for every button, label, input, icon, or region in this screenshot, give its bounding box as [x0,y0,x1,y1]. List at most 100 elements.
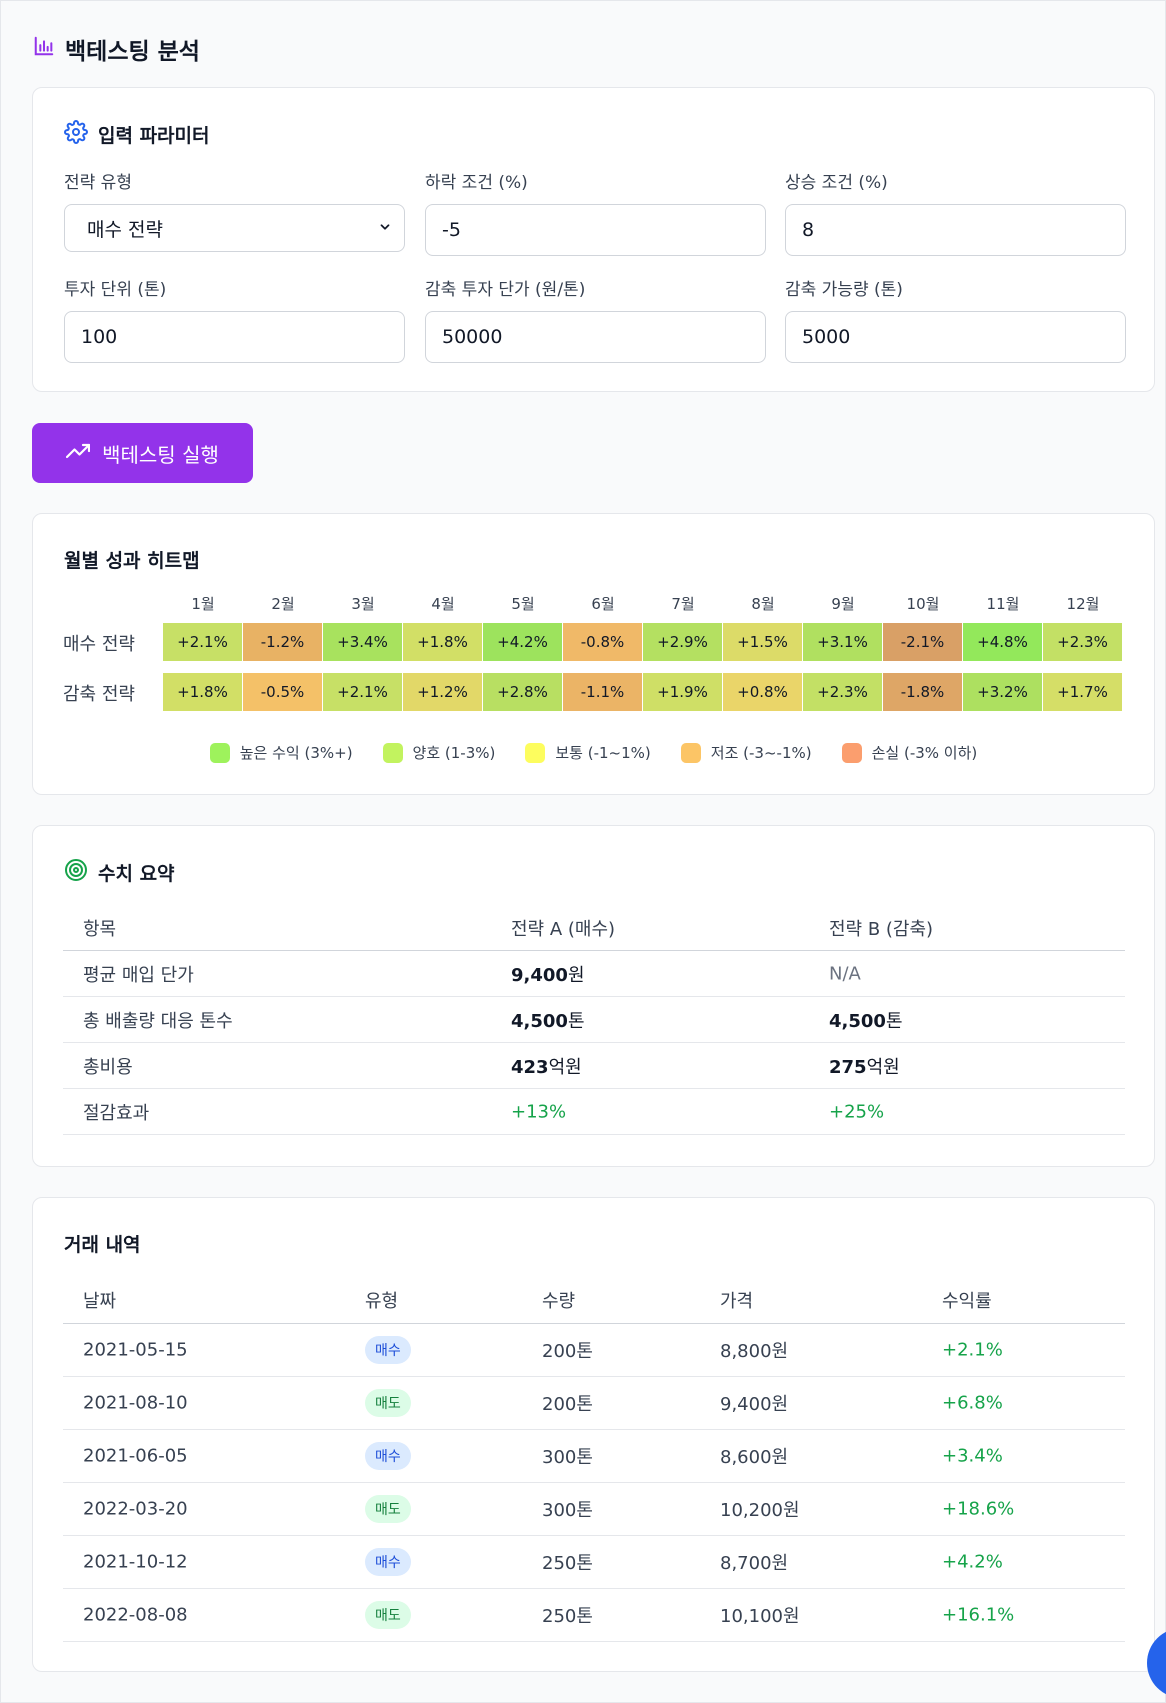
legend-label: 저조 (-3~-1%) [710,744,812,762]
trade-type: 매수 [365,1548,411,1576]
legend-swatch [841,742,862,763]
summary-header-cell: 전략 A (매수) [511,918,616,940]
heatmap-month-label: 11월 [986,595,1020,613]
trade-type-badge: 매수 [365,1336,411,1364]
summary-header-row: 항목 전략 A (매수) 전략 B (감축) [63,905,1125,951]
heatmap-month-label: 2월 [271,595,295,613]
drop-label: 하락 조건 (%) [425,173,528,193]
heatmap-cell: +2.9% [643,623,722,661]
trade-date: 2021-10-12 [83,1551,188,1573]
trade-type: 매도 [365,1495,411,1523]
legend-label: 보통 (-1~1%) [555,744,651,762]
drop-input[interactable]: -5 [425,204,766,256]
page-title: 백테스팅 분석 [33,33,200,65]
heatmap-cell: +1.2% [403,673,482,711]
heatmap-row-label: 매수 전략 [63,634,135,655]
trade-type-badge: 매도 [365,1495,411,1523]
heatmap-month-label: 8월 [751,595,775,613]
summary-value: N/A [829,963,861,984]
summary-value-unit: 톤 [885,1010,903,1032]
summary-value-number: 4,500 [829,1010,886,1032]
summary-value: 423억원 [511,1053,582,1079]
summary-item: 평균 매입 단가 [83,964,194,986]
heatmap-cell: +2.3% [803,673,882,711]
heatmap-month-label: 1월 [191,595,215,613]
heatmap-cell: +3.1% [803,623,882,661]
heatmap-cell: -1.2% [243,623,322,661]
strategy-select[interactable]: 매수 전략 [64,204,405,252]
summary-value-unit: 원 [567,964,585,986]
trade-date: 2021-08-10 [83,1392,188,1414]
heatmap-cell: +0.8% [723,673,802,711]
heatmap-cell: -1.1% [563,673,642,711]
trade-type: 매도 [365,1601,411,1629]
trending-up-icon [66,439,91,468]
trade-date: 2021-05-15 [83,1339,188,1361]
legend-item: 저조 (-3~-1%) [680,742,812,763]
trade-return: +3.4% [942,1445,1003,1467]
price-label: 감축 투자 단가 (원/톤) [425,280,586,300]
heatmap-cell: -2.1% [883,623,962,661]
heatmap-cell: +1.9% [643,673,722,711]
run-backtest-button[interactable]: 백테스팅 실행 [32,423,253,483]
legend-item: 손실 (-3% 이하) [841,742,978,763]
rise-input[interactable]: 8 [785,204,1126,256]
summary-value-unit: 톤 [567,1010,585,1032]
trade-type: 매수 [365,1442,411,1470]
summary-value: 4,500톤 [511,1007,585,1033]
trade-date: 2022-08-08 [83,1604,188,1626]
summary-value: +25% [829,1101,884,1122]
trade-row: 2021-05-15 매수 200톤 8,800원 +2.1% [63,1324,1125,1377]
trade-quantity: 300톤 [542,1500,593,1521]
trade-return: +6.8% [942,1392,1003,1414]
target-icon [64,858,88,887]
page-title-text: 백테스팅 분석 [65,39,200,65]
unit-label: 투자 단위 (톤) [64,280,167,300]
heatmap-cell: +1.7% [1043,673,1122,711]
trade-type-badge: 매수 [365,1548,411,1576]
summary-header-cell: 항목 [83,918,117,940]
summary-value-number: 275 [829,1056,867,1078]
legend-item: 보통 (-1~1%) [525,742,651,763]
trade-return: +16.1% [942,1604,1015,1626]
trade-date: 2022-03-20 [83,1498,188,1520]
heatmap-row-label: 감축 전략 [63,684,135,705]
unit-input[interactable]: 100 [64,311,405,363]
summary-value-number: 423 [511,1056,549,1078]
heatmap-month-label: 6월 [591,595,615,613]
heatmap-month-label: 3월 [351,595,375,613]
capacity-input[interactable]: 5000 [785,311,1126,363]
trade-quantity: 300톤 [542,1447,593,1468]
rise-label: 상승 조건 (%) [785,173,888,193]
legend-swatch [525,742,546,763]
trades-header-cell: 수량 [542,1291,576,1312]
trade-price: 8,700원 [720,1553,789,1574]
strategy-label: 전략 유형 [64,173,132,193]
heatmap-month-label: 12월 [1066,595,1100,613]
summary-title-text: 수치 요약 [98,863,175,885]
trade-return: +4.2% [942,1551,1003,1573]
heatmap-cell: +3.4% [323,623,402,661]
summary-item: 절감효과 [83,1102,150,1124]
price-input[interactable]: 50000 [425,311,766,363]
heatmap-month-label: 4월 [431,595,455,613]
legend-swatch [209,742,230,763]
legend-item: 높은 수익 (3%+) [209,742,353,763]
trade-row: 2021-10-12 매수 250톤 8,700원 +4.2% [63,1536,1125,1589]
heatmap-cell: -0.5% [243,673,322,711]
trades-header-cell: 수익률 [942,1291,992,1312]
heatmap-cell: +4.8% [963,623,1042,661]
legend-label: 높은 수익 (3%+) [239,744,353,762]
trades-title: 거래 내역 [64,1234,141,1256]
legend-label: 손실 (-3% 이하) [871,744,978,762]
params-card: 입력 파라미터 전략 유형 매수 전략 하락 조건 (%) -5 상승 조건 (… [32,87,1155,392]
trade-row: 2022-08-08 매도 250톤 10,100원 +16.1% [63,1589,1125,1642]
heatmap-cell: -0.8% [563,623,642,661]
heatmap-cell: +1.5% [723,623,802,661]
heatmap-legend: 높은 수익 (3%+) 양호 (1-3%) 보통 (-1~1%) 저조 (-3~-1%… [32,742,1155,763]
summary-value-number: +13% [511,1101,567,1122]
summary-title: 수치 요약 [64,858,175,887]
summary-item: 총비용 [83,1056,133,1078]
heatmap-cell: +4.2% [483,623,562,661]
legend-label: 양호 (1-3%) [412,744,496,762]
